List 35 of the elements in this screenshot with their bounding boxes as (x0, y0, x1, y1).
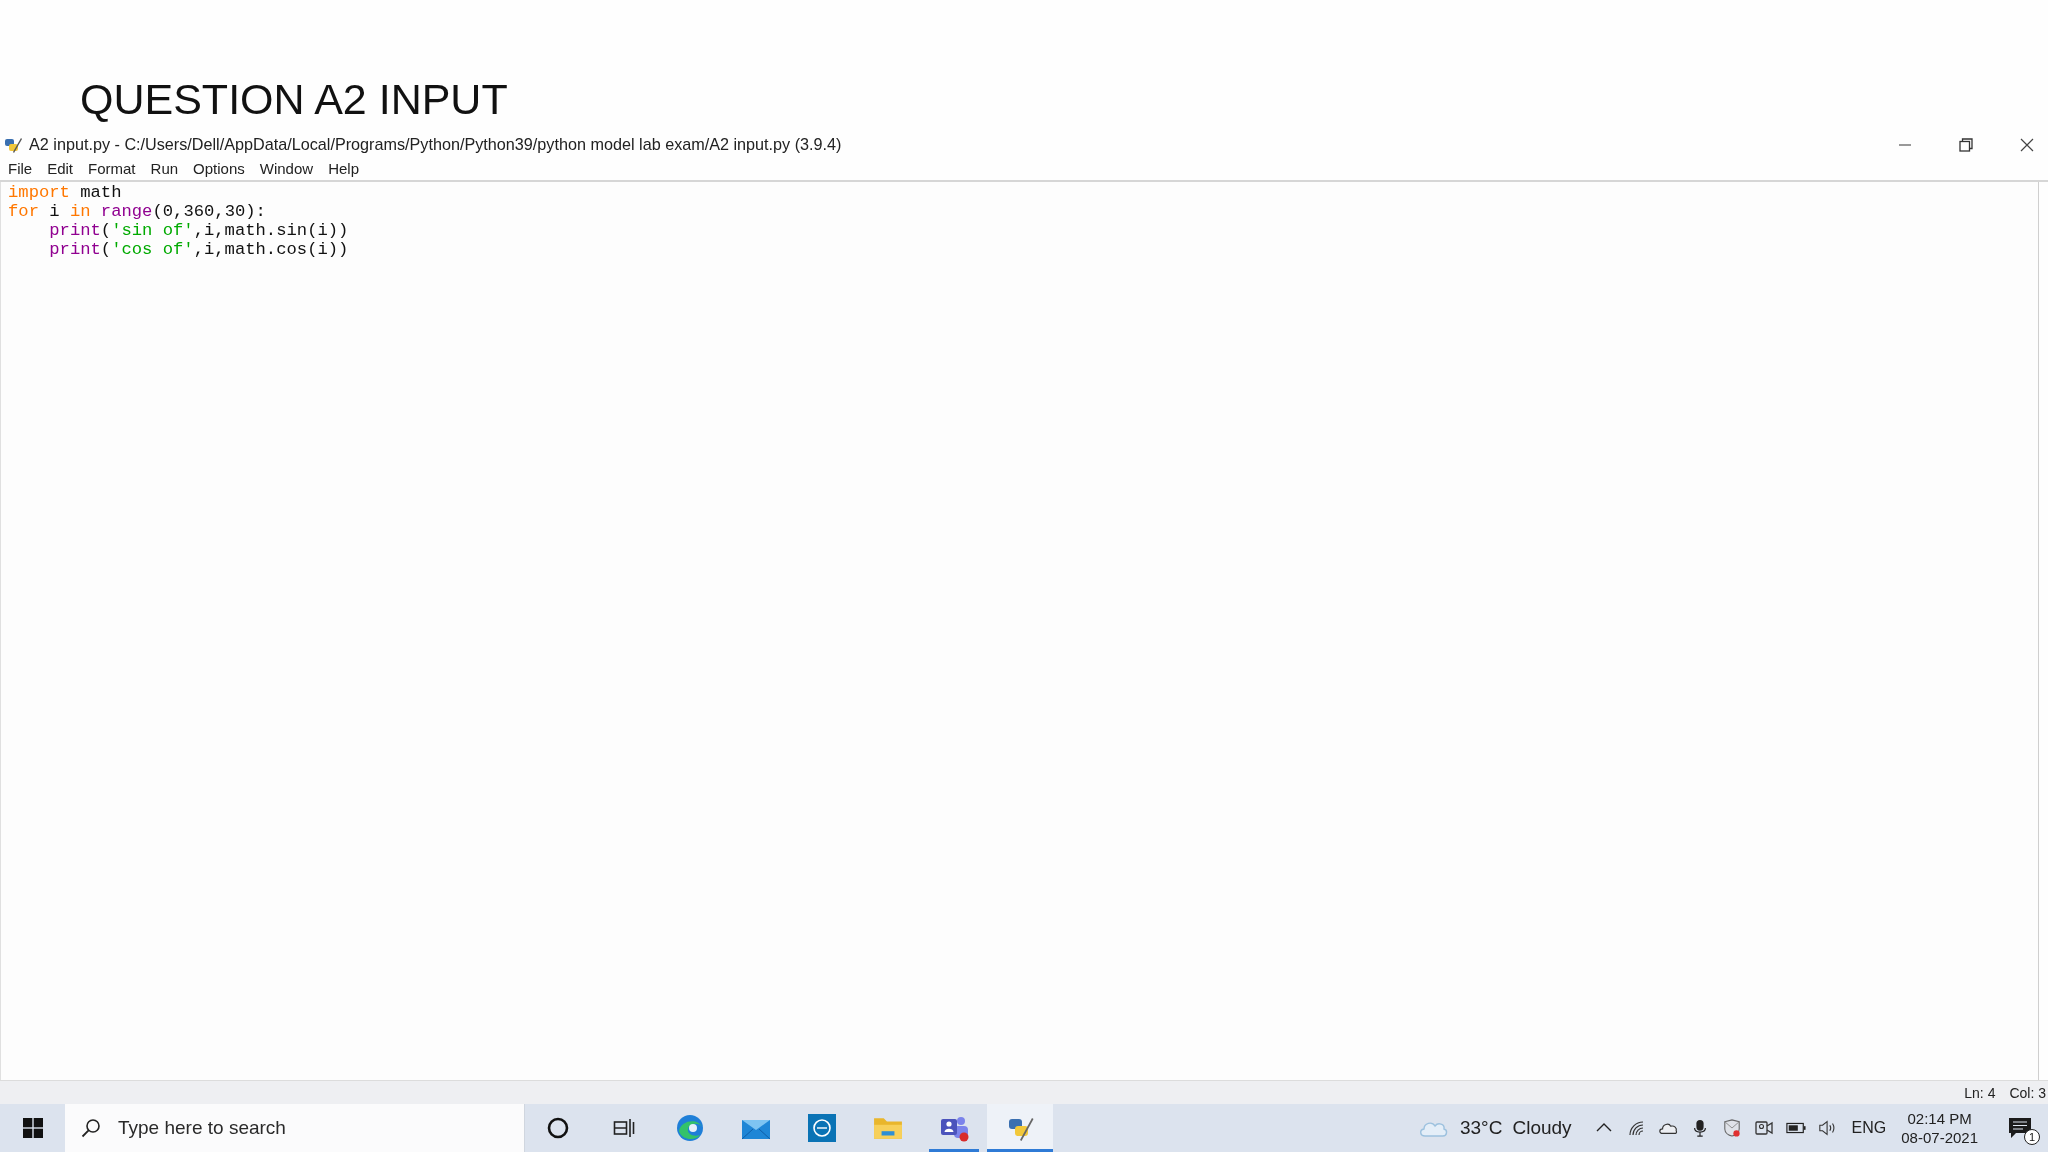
menu-item[interactable]: Window (259, 159, 314, 177)
clock-time[interactable]: 02:14 PM (1907, 1110, 1972, 1127)
notification-count: 1 (2024, 1129, 2040, 1145)
menu-item[interactable]: Help (328, 159, 359, 177)
code-line: print('cos of',i,math.cos(i)) (48, 240, 349, 259)
swirl-icon (675, 1114, 705, 1142)
shield-alert-icon[interactable] (1721, 1119, 1742, 1137)
code-line: for i in range(0,360,30): (8, 202, 266, 221)
column-number: Col: 3 (2009, 1084, 2046, 1101)
menu-item[interactable]: Edit (47, 159, 74, 177)
message-icon[interactable] (2008, 1117, 2032, 1139)
language-indicator[interactable]: ENG (1851, 1119, 1887, 1137)
code-editor[interactable]: import math for i in range(0,360,30): print('sin of',i,math.sin(i)) print('cos of',i,math.cos(i)) (0, 182, 2039, 1080)
weather-condition-text[interactable]: Cloudy (1512, 1117, 1572, 1139)
people-tile-icon (939, 1114, 969, 1142)
slide-title: QUESTION A2 INPUT (80, 74, 508, 124)
search-icon (81, 1118, 101, 1138)
window-title: A2 input.py - C:/Users/Dell/AppData/Local/Programs/Python/Python39/python model lab exam/A2 input.py (3.9.4) (29, 135, 842, 154)
snake-pencil-icon (4, 135, 22, 154)
windows-logo-icon[interactable] (22, 1118, 43, 1138)
menu-item[interactable]: Run (150, 159, 179, 177)
code-line: import math (8, 183, 122, 202)
ring-icon (547, 1117, 569, 1139)
camera-icon[interactable] (1753, 1119, 1774, 1137)
code-line: print('sin of',i,math.sin(i)) (48, 221, 349, 240)
menu-item[interactable]: File (8, 159, 33, 177)
restore-icon[interactable] (1959, 137, 1973, 152)
temperature-text[interactable]: 33°C (1460, 1117, 1503, 1139)
close-icon[interactable] (2020, 137, 2034, 152)
line-number: Ln: 4 (1964, 1084, 1996, 1101)
menu-item[interactable]: Format (88, 159, 136, 177)
task-view-icon (613, 1117, 635, 1139)
menu-item[interactable]: Options (193, 159, 245, 177)
clock-date[interactable]: 08-07-2021 (1901, 1129, 1978, 1146)
logo-tile-icon (807, 1114, 837, 1142)
